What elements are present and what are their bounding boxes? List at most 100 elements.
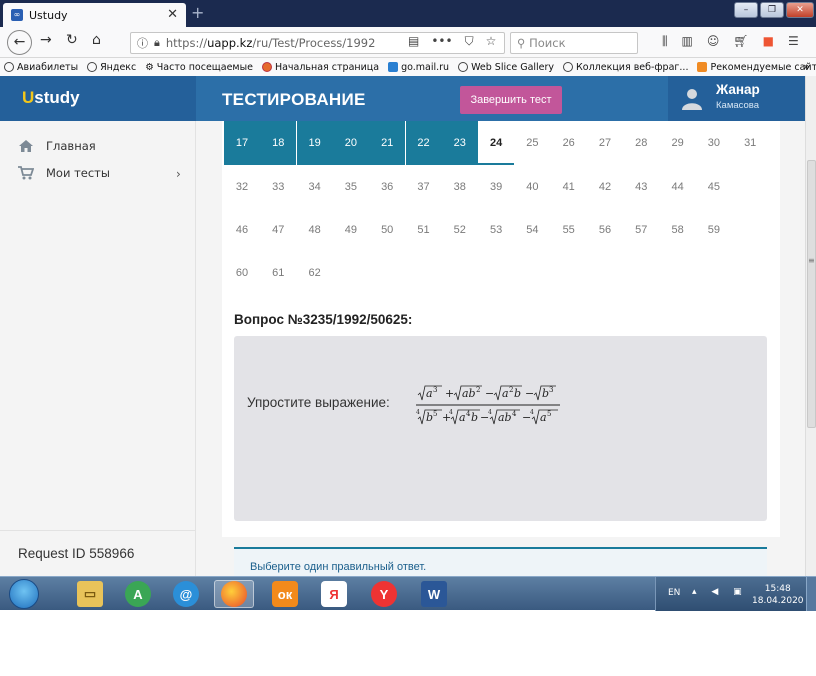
back-arrow-icon[interactable]: ← [7,30,32,55]
question-number-button[interactable]: 57 [623,208,659,252]
question-number-button[interactable]: 20 [332,121,369,165]
question-number-button[interactable]: 41 [551,165,587,209]
browser-search-input[interactable]: ⚲ Поиск [510,32,638,54]
sidebar-toggle-icon[interactable]: ▥ [682,34,693,49]
home-page-icon[interactable]: ⌂ [92,32,101,48]
bookmark-item[interactable]: Авиабилеты [4,62,78,73]
question-number-button[interactable]: 36 [369,165,405,209]
question-number-button[interactable]: 54 [514,208,550,252]
window-close-icon[interactable]: ✕ [786,2,814,18]
user-menu[interactable]: Жанар Камасова [668,76,805,121]
more-bookmarks-icon[interactable]: » [803,60,810,73]
pocket-icon[interactable]: ⛉ [465,34,474,49]
question-number-button[interactable]: 18 [260,121,297,165]
minimize-icon[interactable]: – [734,2,758,18]
question-number-button[interactable]: 44 [660,165,696,209]
question-number-button[interactable]: 45 [696,165,732,209]
show-desktop-button[interactable] [806,577,816,611]
account-icon[interactable]: ☺ [707,34,720,49]
question-number-button[interactable]: 49 [333,208,369,252]
start-button[interactable] [9,579,39,609]
question-number-button[interactable]: 30 [696,121,732,165]
vertical-scrollbar[interactable]: ≡ [805,76,816,576]
chevron-right-icon[interactable]: › [176,167,181,181]
question-number-button[interactable]: 59 [696,208,732,252]
question-number-button[interactable]: 52 [442,208,478,252]
odnoklassniki-icon[interactable]: ок [265,580,305,608]
explorer-icon[interactable]: ▭ [70,580,110,608]
sidebar-item-my-tests[interactable]: Мои тесты [18,166,110,180]
firefox-taskbar-icon[interactable] [214,580,254,608]
browser-tab[interactable]: ∞ Ustudy ✕ [3,3,186,27]
question-number-button[interactable]: 35 [333,165,369,209]
ustudy-logo[interactable]: Ustudy [22,88,80,108]
question-number-button[interactable]: 26 [551,121,587,165]
question-number-button[interactable]: 31 [732,121,768,165]
maximize-icon[interactable]: ❐ [760,2,784,18]
question-number-button[interactable]: 50 [369,208,405,252]
question-number-button[interactable]: 60 [224,251,260,295]
question-number-button[interactable]: 27 [587,121,623,165]
menu-icon[interactable]: ☰ [788,34,799,49]
question-number-button[interactable]: 28 [623,121,659,165]
bookmark-star-icon[interactable]: ☆ [486,34,497,49]
question-number-button[interactable]: 39 [478,165,514,209]
question-number-button[interactable]: 22 [405,121,442,165]
question-number-button[interactable]: 42 [587,165,623,209]
bookmark-item[interactable]: go.mail.ru [388,62,449,73]
question-number-button[interactable]: 29 [660,121,696,165]
close-tab-icon[interactable]: ✕ [167,7,178,22]
question-number-button[interactable]: 48 [297,208,333,252]
question-number-button[interactable]: 46 [224,208,260,252]
question-number-button[interactable]: 25 [514,121,550,165]
question-number-button[interactable]: 33 [260,165,296,209]
bookmark-item[interactable]: Коллекция веб-фраг... [563,62,688,73]
reader-view-icon[interactable]: ▤ [408,34,419,49]
question-number-button[interactable]: 51 [406,208,442,252]
question-number-button[interactable]: 62 [297,251,333,295]
question-number-button[interactable]: 24 [478,121,515,165]
sidebar-item-home[interactable]: Главная [18,139,96,153]
library-icon[interactable]: ⫼ [662,34,668,49]
reload-icon[interactable]: ↻ [66,32,78,48]
new-tab-icon[interactable]: + [191,3,204,22]
forward-arrow-icon[interactable]: → [40,32,52,48]
question-number-button[interactable]: 53 [478,208,514,252]
flag-extension-icon[interactable]: ■ [763,34,774,49]
yandex-icon[interactable]: Y [364,580,404,608]
svg-text:5: 5 [433,410,437,418]
question-number-button[interactable]: 23 [441,121,478,165]
question-number-button[interactable]: 40 [514,165,550,209]
question-number-button[interactable]: 38 [442,165,478,209]
question-number-button[interactable]: 21 [369,121,406,165]
finish-test-button[interactable]: Завершить тест [460,86,562,114]
yandex-browser-icon[interactable]: Я [314,580,354,608]
android-a-icon[interactable]: A [118,580,158,608]
question-number-button[interactable]: 32 [224,165,260,209]
question-number-button[interactable]: 17 [224,121,260,165]
page-actions-icon[interactable]: ••• [431,34,452,49]
bookmark-item[interactable]: Яндекс [87,62,136,73]
cart-extension-icon[interactable]: 🛒︎ [733,34,748,49]
question-number-button[interactable]: 61 [260,251,296,295]
sidebar-item-label: Главная [46,139,96,153]
scrollbar-thumb[interactable] [807,160,816,428]
language-indicator[interactable]: EN [668,588,680,598]
bookmark-item[interactable]: ⚙ Часто посещаемые [145,62,253,73]
word-icon[interactable]: W [414,580,454,608]
question-number-button[interactable]: 47 [260,208,296,252]
tray-icons[interactable]: ▴ ◀︎ ▣ [692,587,748,597]
question-number-button[interactable]: 56 [587,208,623,252]
question-number-button[interactable]: 19 [296,121,333,165]
question-number-button[interactable]: 43 [623,165,659,209]
mail-agent-icon[interactable]: @ [166,580,206,608]
clock[interactable]: 15:48 18.04.2020 [752,583,804,607]
bookmark-item[interactable]: Web Slice Gallery [458,62,554,73]
bookmark-item[interactable]: Начальная страница [261,62,379,73]
info-icon[interactable]: ⓘ [137,35,148,51]
question-number-button[interactable]: 37 [406,165,442,209]
question-number-button[interactable]: 58 [660,208,696,252]
question-number-button[interactable]: 34 [297,165,333,209]
bookmark-item[interactable]: Рекомендуемые сайты [697,62,816,73]
question-number-button[interactable]: 55 [551,208,587,252]
